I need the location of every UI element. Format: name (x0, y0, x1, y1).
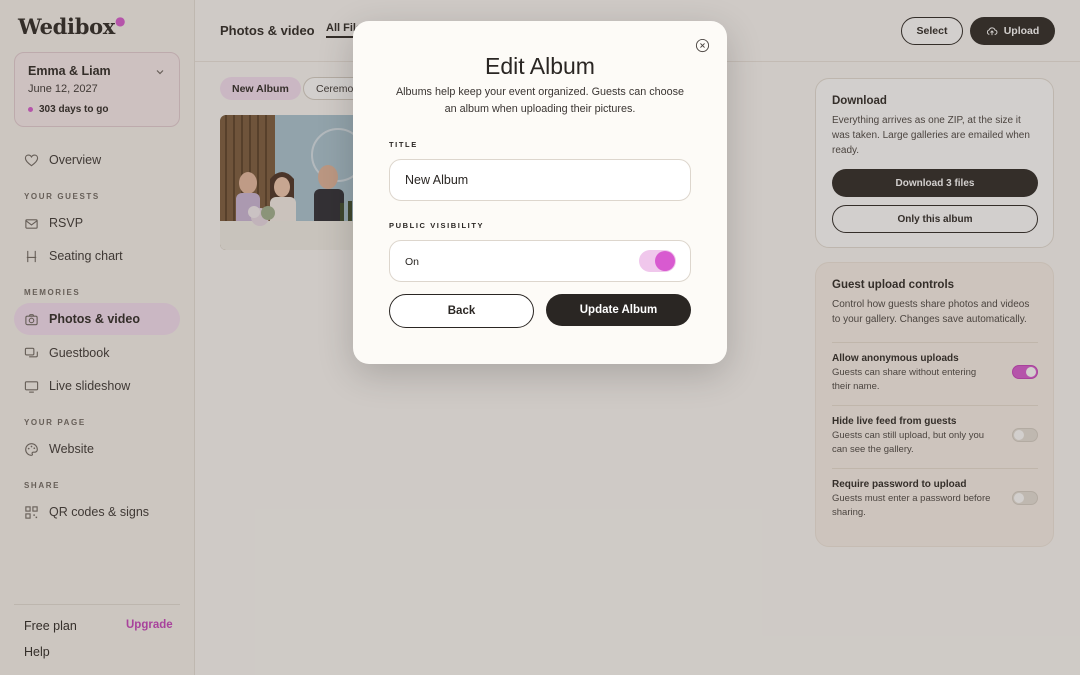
public-visibility-toggle[interactable] (639, 250, 676, 272)
modal-description: Albums help keep your event organized. G… (395, 86, 685, 115)
edit-album-modal: Edit Album Albums help keep your event o… (353, 21, 727, 364)
modal-title: Edit Album (485, 53, 595, 79)
album-title-input[interactable] (389, 159, 691, 201)
toggle-knob (655, 251, 675, 271)
public-visibility-field: On (389, 240, 691, 282)
close-icon[interactable] (695, 38, 710, 53)
visibility-field-label: PUBLIC VISIBILITY (389, 221, 485, 230)
back-button[interactable]: Back (389, 294, 534, 328)
visibility-value: On (405, 256, 420, 268)
title-field-label: TITLE (389, 140, 418, 149)
update-album-button[interactable]: Update Album (546, 294, 691, 326)
